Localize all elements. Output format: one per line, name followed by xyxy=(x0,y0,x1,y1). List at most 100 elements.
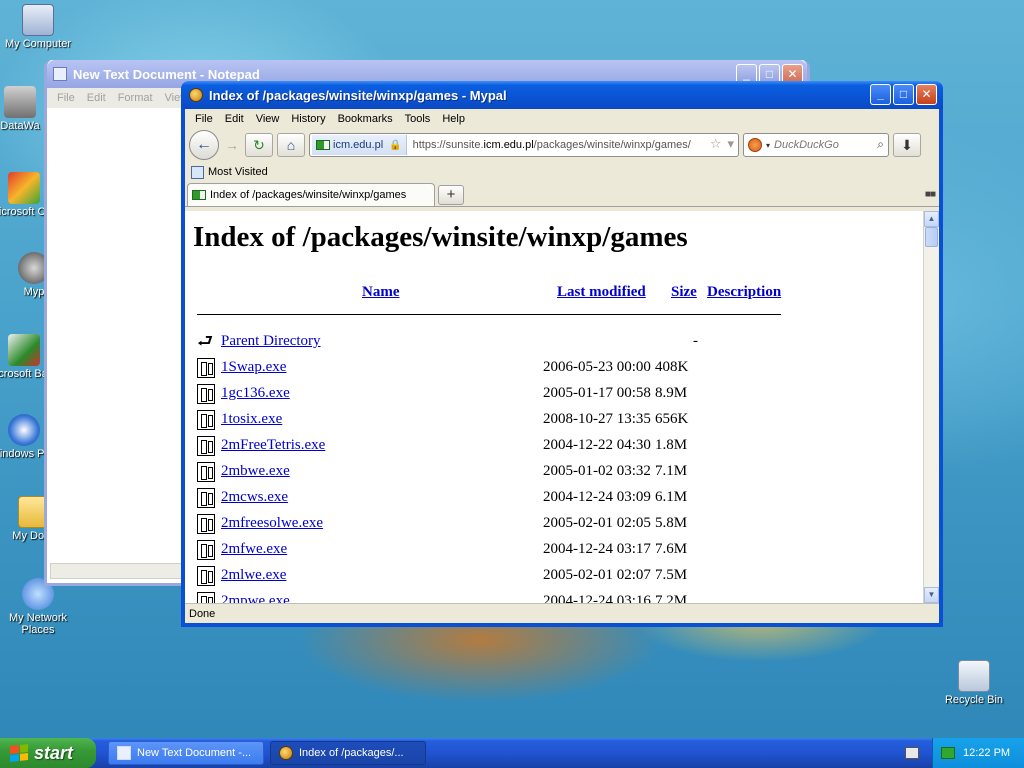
browser-title: Index of /packages/winsite/winxp/games -… xyxy=(209,87,507,103)
visual-cpp-icon xyxy=(8,172,40,204)
file-link[interactable]: 2mfreesolwe.exe xyxy=(221,515,323,532)
clock[interactable]: 12:22 PM xyxy=(963,747,1010,759)
network-status-icon[interactable] xyxy=(941,747,955,759)
menu-history[interactable]: History xyxy=(285,113,331,125)
browser-minimize-button[interactable]: _ xyxy=(870,84,891,105)
table-row: 2mpwe.exe 2004-12-24 03:16 7.2M xyxy=(197,591,757,603)
duckduckgo-icon[interactable] xyxy=(748,138,762,152)
search-icon[interactable]: ⌕ xyxy=(877,137,884,152)
binary-file-icon xyxy=(197,514,215,534)
keyboard-layout-icon[interactable] xyxy=(905,747,919,759)
menu-tools[interactable]: Tools xyxy=(399,113,437,125)
notepad-menu-edit[interactable]: Edit xyxy=(81,92,112,104)
binary-file-icon xyxy=(197,488,215,508)
tab-list-grip-icon[interactable]: ■■ xyxy=(925,189,936,200)
menu-view[interactable]: View xyxy=(250,113,286,125)
file-date: 2006-05-23 00:00 xyxy=(543,359,651,375)
plus-icon: + xyxy=(446,186,456,203)
url-text[interactable]: https://sunsite.icm.edu.pl/packages/wins… xyxy=(407,139,691,151)
bookmark-star-icon[interactable]: ☆ xyxy=(710,136,722,152)
url-path: /packages/winsite/winxp/games/ xyxy=(533,139,691,151)
home-button[interactable]: ⌂ xyxy=(277,133,305,157)
file-link[interactable]: 2mpwe.exe xyxy=(221,593,290,603)
visual-basic-icon xyxy=(8,334,40,366)
downloads-button[interactable]: ⬇ xyxy=(893,133,921,157)
page-vertical-scrollbar[interactable]: ▲ ▼ xyxy=(923,211,939,603)
desktop-icon-recycle-bin[interactable]: Recycle Bin xyxy=(936,660,1012,706)
search-engine-dropdown-icon[interactable]: ▾ xyxy=(766,141,770,150)
notepad-menu-format[interactable]: Format xyxy=(112,92,159,104)
menu-help[interactable]: Help xyxy=(436,113,471,125)
file-link[interactable]: 2mcws.exe xyxy=(221,489,288,506)
notepad-text-area[interactable] xyxy=(50,108,182,558)
file-size: 7.6M xyxy=(655,541,688,557)
site-favicon-icon xyxy=(316,140,330,150)
page-heading: Index of /packages/winsite/winxp/games xyxy=(193,221,688,253)
file-size: 1.8M xyxy=(655,437,688,453)
file-date: 2004-12-22 04:30 xyxy=(543,437,651,453)
file-size: 408K xyxy=(655,359,689,375)
tab-favicon-icon xyxy=(192,190,206,200)
forward-button[interactable]: → xyxy=(223,134,241,156)
notepad-menu-file[interactable]: File xyxy=(51,92,81,104)
start-label: start xyxy=(34,742,74,763)
menu-edit[interactable]: Edit xyxy=(219,113,250,125)
browser-titlebar[interactable]: Index of /packages/winsite/winxp/games -… xyxy=(181,81,943,109)
start-button[interactable]: start xyxy=(0,738,96,768)
scrollbar-thumb[interactable] xyxy=(925,227,938,247)
bookmark-most-visited[interactable]: Most Visited xyxy=(208,166,268,178)
file-link[interactable]: 2mFreeTetris.exe xyxy=(221,437,325,454)
search-placeholder: DuckDuckGo xyxy=(774,139,839,151)
file-date: 2004-12-24 03:17 xyxy=(543,541,651,557)
reload-button[interactable]: ↻ xyxy=(245,133,273,157)
search-bar[interactable]: ▾ DuckDuckGo ⌕ xyxy=(743,133,889,157)
file-date: 2005-02-01 02:07 xyxy=(543,567,651,583)
file-link[interactable]: 1tosix.exe xyxy=(221,411,282,428)
taskbar: start New Text Document -... Index of /p… xyxy=(0,738,1024,768)
column-name-link[interactable]: Name xyxy=(362,284,400,301)
table-row: 2mFreeTetris.exe 2004-12-22 04:30 1.8M xyxy=(197,435,757,457)
url-domain: icm.edu.pl xyxy=(483,139,534,151)
notepad-horizontal-scrollbar[interactable] xyxy=(50,563,184,579)
recycle-bin-icon xyxy=(958,660,990,692)
tab-index-of-games[interactable]: Index of /packages/winsite/winxp/games xyxy=(187,183,435,206)
binary-file-icon xyxy=(197,384,215,404)
file-link[interactable]: 2mfwe.exe xyxy=(221,541,287,558)
column-size-link[interactable]: Size xyxy=(671,284,697,301)
file-link[interactable]: 1gc136.exe xyxy=(221,385,290,402)
browser-close-button[interactable]: ✕ xyxy=(916,84,937,105)
browser-window[interactable]: Index of /packages/winsite/winxp/games -… xyxy=(181,81,943,627)
menu-file[interactable]: File xyxy=(189,113,219,125)
windows-logo-icon xyxy=(10,744,28,762)
column-description-link[interactable]: Description xyxy=(707,284,781,301)
mypal-icon xyxy=(279,746,293,760)
status-bar: Done xyxy=(185,603,939,623)
file-link[interactable]: 2mbwe.exe xyxy=(221,463,290,480)
file-link[interactable]: 2mlwe.exe xyxy=(221,567,286,584)
taskbar-button-notepad[interactable]: New Text Document -... xyxy=(108,741,264,765)
column-last-modified-link[interactable]: Last modified xyxy=(557,284,646,301)
binary-file-icon xyxy=(197,358,215,378)
back-button[interactable]: ← xyxy=(189,130,219,160)
mypal-icon xyxy=(189,88,203,102)
binary-file-icon xyxy=(197,540,215,560)
file-size: 656K xyxy=(655,411,689,427)
scroll-down-button[interactable]: ▼ xyxy=(924,587,939,603)
bookmark-folder-icon xyxy=(191,165,204,179)
desktop-icon-my-network-places[interactable]: My Network Places xyxy=(0,578,76,636)
taskbar-button-mypal[interactable]: Index of /packages/... xyxy=(270,741,426,765)
browser-maximize-button[interactable]: □ xyxy=(893,84,914,105)
file-link[interactable]: 1Swap.exe xyxy=(221,359,286,376)
file-size: - xyxy=(693,333,698,349)
url-dropdown-icon[interactable]: ▾ xyxy=(727,136,734,152)
scroll-up-button[interactable]: ▲ xyxy=(924,211,939,227)
menu-bookmarks[interactable]: Bookmarks xyxy=(332,113,399,125)
binary-file-icon xyxy=(197,592,215,603)
parent-directory-link[interactable]: Parent Directory xyxy=(221,333,321,350)
desktop-icon-my-computer[interactable]: My Computer xyxy=(0,4,76,50)
table-row: 2mfreesolwe.exe 2005-02-01 02:05 5.8M xyxy=(197,513,757,535)
download-icon: ⬇ xyxy=(901,136,913,153)
url-bar[interactable]: icm.edu.pl 🔒 https://sunsite.icm.edu.pl/… xyxy=(309,133,739,157)
new-tab-button[interactable]: + xyxy=(438,185,464,205)
site-identity-button[interactable]: icm.edu.pl 🔒 xyxy=(312,135,407,155)
